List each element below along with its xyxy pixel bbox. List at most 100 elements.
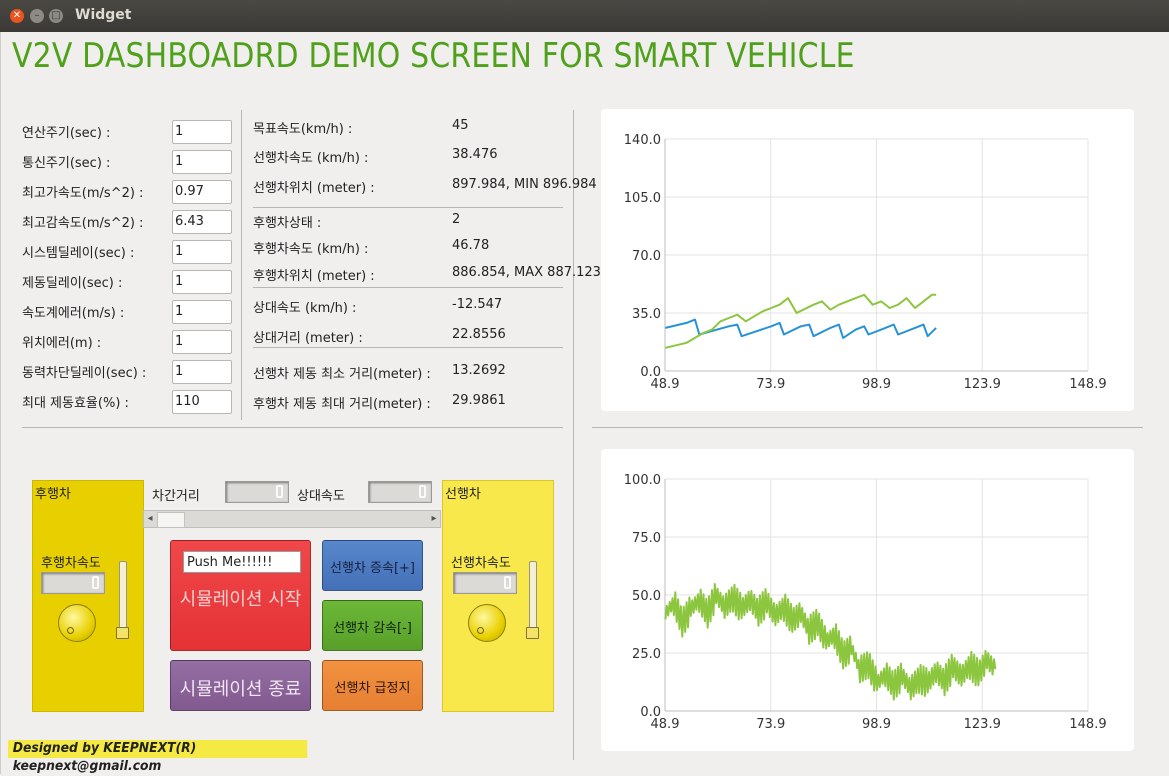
y-tick-label: 50.0 [632, 589, 661, 604]
y-tick-label: 35.0 [632, 307, 661, 322]
window-title: Widget [75, 7, 132, 23]
dial-indicator-icon [67, 627, 74, 634]
info-label: 목표속도(km/h) : [253, 122, 353, 137]
x-tick-label: 123.9 [964, 377, 1001, 392]
start-simulation-button[interactable]: Push Me!!!!!! 시뮬레이션 시작 [170, 540, 311, 651]
distance-chart: 0.025.050.075.0100.048.9 73.9 98.9 123.9 148… [624, 473, 1107, 732]
distance-chart-card: 0.0 25.0 50.0 75.0 100.0 48.9 73.9 98.9 123.9 148… [601, 449, 1134, 751]
info-label: 선행차속도 (km/h) : [253, 151, 369, 166]
param-input[interactable]: 1 [172, 150, 232, 174]
info-label: 후행차상태 : [253, 216, 322, 231]
info-label: 후행차위치 (meter) : [253, 269, 375, 284]
param-label: 최고감속도(m/s^2) : [22, 216, 144, 231]
leader-speed-dial[interactable] [468, 604, 506, 642]
series-line-0 [664, 583, 997, 701]
y-tick-label: 75.0 [632, 531, 661, 546]
info-value: 29.9861 [452, 393, 506, 408]
info-divider [253, 207, 563, 208]
param-label: 속도계에러(m/s) : [22, 306, 125, 321]
param-label: 통신주기(sec) : [22, 156, 111, 171]
accelerate-leader-button[interactable]: 선행차 증속[+] [322, 540, 423, 591]
push-me-input[interactable]: Push Me!!!!!! [183, 551, 301, 573]
x-tick-label: 123.9 [964, 717, 1001, 732]
gap-label: 차간거리 [152, 489, 200, 504]
lcd-digit [276, 485, 283, 498]
leader-speed-lcd [453, 572, 517, 594]
emergency-stop-label: 선행차 급정지 [334, 681, 411, 696]
vertical-divider [241, 110, 242, 420]
info-label: 선행차위치 (meter) : [253, 181, 375, 196]
info-value: 22.8556 [452, 327, 506, 342]
scroll-left-icon[interactable]: ◂ [144, 511, 156, 527]
info-label: 상대거리 (meter) : [253, 331, 363, 346]
x-tick-label: 48.9 [651, 717, 680, 732]
x-tick-label: 148.9 [1069, 717, 1106, 732]
param-input[interactable]: 1 [172, 330, 232, 354]
param-input[interactable]: 110 [172, 390, 232, 414]
close-icon[interactable]: ✕ [10, 9, 24, 23]
param-label: 연산주기(sec) : [22, 126, 111, 141]
follower-slider-handle[interactable] [116, 627, 129, 639]
info-value: 2 [452, 212, 461, 227]
scroll-right-icon[interactable]: ▸ [428, 511, 440, 527]
param-input[interactable]: 1 [172, 120, 232, 144]
info-divider [253, 287, 563, 288]
decelerate-leader-button[interactable]: 선행차 감속[-] [322, 600, 423, 651]
x-tick-label: 48.9 [651, 377, 680, 392]
info-label: 후행차속도 (km/h) : [253, 242, 369, 257]
designer-credit: Designed by KEEPNEXT(R) keepnext@gmail.c… [8, 740, 308, 774]
dial-indicator-icon [477, 627, 484, 634]
accelerate-leader-label: 선행차 증속[+] [330, 561, 415, 576]
param-input[interactable]: 1 [172, 360, 232, 384]
param-label: 최고가속도(m/s^2) : [22, 186, 144, 201]
x-tick-label: 148.9 [1069, 377, 1106, 392]
param-input[interactable]: 6.43 [172, 210, 232, 234]
decelerate-leader-label: 선행차 감속[-] [333, 621, 412, 636]
leader-title: 선행차 [445, 487, 481, 502]
section-divider [22, 427, 563, 428]
param-label: 위치에러(m) : [22, 336, 102, 351]
param-input[interactable]: 1 [172, 300, 232, 324]
param-input[interactable]: 1 [172, 270, 232, 294]
emergency-stop-button[interactable]: 선행차 급정지 [322, 660, 423, 711]
rel-speed-label: 상대속도 [297, 489, 345, 504]
speed-chart-card: 0.0 35.0 70.0 105.0 140.0 48.9 73.9 98.9 123.9 14… [601, 109, 1134, 411]
stop-simulation-label: 시뮬레이션 종료 [179, 679, 302, 700]
minimize-icon[interactable]: – [30, 9, 44, 23]
info-value: 886.854, MAX 887.123 [452, 265, 601, 280]
param-label: 동력차단딜레이(sec) : [22, 366, 147, 381]
info-label: 후행차 제동 최대 거리(meter) : [253, 397, 431, 412]
info-divider [253, 347, 563, 348]
leader-speed-label: 선행차속도 [451, 556, 511, 571]
follower-panel: 후행차 후행차속도 [32, 480, 144, 712]
maximize-icon[interactable]: □ [49, 9, 63, 23]
info-label: 선행차 제동 최소 거리(meter) : [253, 367, 431, 382]
y-tick-label: 100.0 [624, 473, 661, 488]
x-tick-label: 73.9 [756, 377, 785, 392]
gap-scrollbar[interactable]: ◂ ▸ [143, 510, 441, 528]
param-input[interactable]: 0.97 [172, 180, 232, 204]
follower-speed-dial[interactable] [58, 604, 96, 642]
info-value: 13.2692 [452, 363, 506, 378]
chart-divider [592, 427, 1143, 428]
leader-panel: 선행차 선행차속도 [442, 480, 554, 712]
leader-slider-handle[interactable] [526, 627, 539, 639]
stop-simulation-button[interactable]: 시뮬레이션 종료 [170, 660, 311, 711]
y-tick-label: 25.0 [632, 647, 661, 662]
param-input[interactable]: 1 [172, 240, 232, 264]
y-tick-label: 70.0 [632, 249, 661, 264]
gap-lcd [225, 481, 289, 503]
follower-speed-label: 후행차속도 [41, 556, 101, 571]
info-value: 45 [452, 118, 469, 133]
page-title: V2V DASHBOADRD DEMO SCREEN FOR SMART VEH… [12, 36, 855, 76]
lcd-digit [419, 485, 426, 498]
y-tick-label: 105.0 [624, 191, 661, 206]
info-label: 상대속도 (km/h) : [253, 301, 357, 316]
scroll-thumb[interactable] [157, 512, 185, 528]
main-divider [573, 110, 574, 760]
info-value: 38.476 [452, 147, 498, 162]
follower-title: 후행차 [35, 487, 71, 502]
lcd-digit [92, 576, 99, 589]
series-line-0 [665, 318, 937, 339]
rel-speed-lcd [368, 481, 432, 503]
